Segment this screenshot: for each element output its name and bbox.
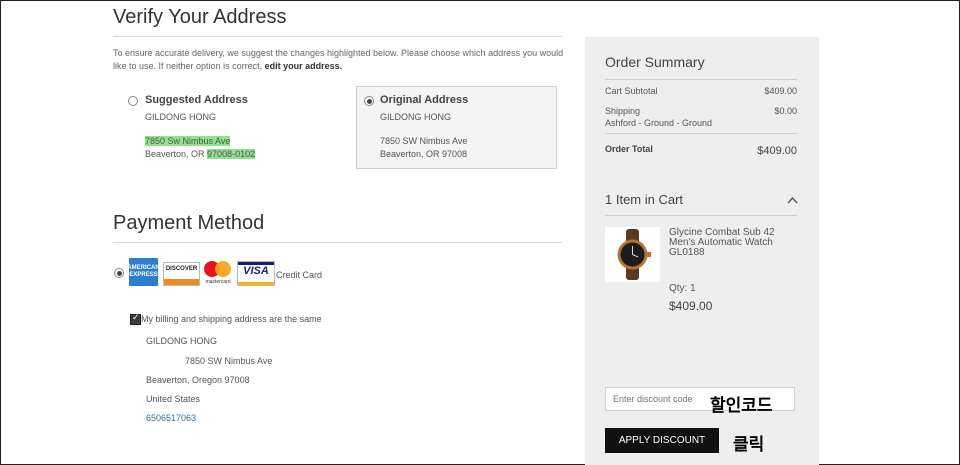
divider [605,215,797,216]
cart-subtotal-value: $409.00 [764,86,797,96]
click-annotation: 클릭 [733,435,765,454]
mastercard-text: mastercard [205,279,231,285]
suggested-zip-highlight: 97008-0102 [207,149,256,159]
discover-stripe [164,279,199,285]
original-name: GILDONG HONG [380,112,452,122]
mastercard-yellow-circle [215,261,231,277]
visa-icon: VISA [237,261,275,286]
product-price: $409.00 [669,299,713,313]
original-address-radio[interactable] [364,96,374,106]
product-name-line3: GL0188 [669,247,705,258]
billing-name: GILDONG HONG [146,336,218,346]
product-name[interactable]: Glycine Combat Sub 42 Men's Automatic Wa… [669,228,775,258]
edit-address-link[interactable]: edit your address. [265,61,343,71]
visa-bottom-band [238,282,274,285]
payment-method-title: Payment Method [113,212,265,234]
same-address-label: My billing and shipping address are the … [141,314,322,324]
visa-top-band [238,262,274,265]
discount-code-annotation: 할인코드 [710,396,773,415]
credit-card-label: Credit Card [276,270,323,280]
amex-text: AMERICAN EXPRESS [127,265,160,278]
order-total-label: Order Total [605,144,653,154]
suggested-address-label: Suggested Address [145,94,248,106]
watch-icon [617,229,651,280]
suggested-address-radio[interactable] [128,96,138,106]
discover-text: DISCOVER [165,266,198,272]
billing-city: Beaverton, Oregon 97008 [146,375,250,385]
order-summary-title: Order Summary [605,54,705,70]
same-address-checkbox[interactable] [130,312,141,325]
divider [605,133,797,134]
suggested-street-highlight: 7850 Sw Nimbus Ave [145,136,231,146]
shipping-label: Shipping [605,106,641,116]
chevron-up-icon[interactable] [787,196,798,204]
cart-subtotal-label: Cart Subtotal [605,86,658,96]
discover-icon: DISCOVER [163,262,200,286]
suggested-street: 7850 Sw Nimbus Ave [145,136,231,146]
original-street: 7850 SW Nimbus Ave [380,136,468,146]
shipping-method: Ashford - Ground - Ground [605,118,713,128]
mastercard-icon: mastercard [203,258,233,285]
credit-card-radio[interactable] [114,268,124,278]
billing-phone: 6506517063 [146,413,197,423]
verify-intro-text: To ensure accurate delivery, we suggest … [113,47,565,73]
divider [605,79,797,80]
suggested-city-state: Beaverton, OR [145,149,205,159]
items-in-cart-title: 1 Item in Cart [605,192,684,207]
divider [113,242,562,243]
shipping-value: $0.00 [774,106,797,116]
billing-country: United States [146,394,201,404]
verify-address-title: Verify Your Address [113,6,287,28]
order-total-value: $409.00 [757,145,797,157]
original-address-label: Original Address [380,94,469,106]
original-city-zip: Beaverton, OR 97008 [380,149,468,159]
product-thumbnail[interactable] [605,227,660,282]
apply-discount-button[interactable]: APPLY DISCOUNT [605,428,719,453]
product-qty: Qty: 1 [669,283,696,294]
divider [113,36,562,37]
suggested-name: GILDONG HONG [145,112,217,122]
visa-text: VISA [243,265,269,277]
suggested-city-zip: Beaverton, OR 97008-0102 [145,149,256,159]
amex-icon: AMERICAN EXPRESS [127,258,160,286]
billing-street: 7850 SW Nimbus Ave [185,356,273,366]
